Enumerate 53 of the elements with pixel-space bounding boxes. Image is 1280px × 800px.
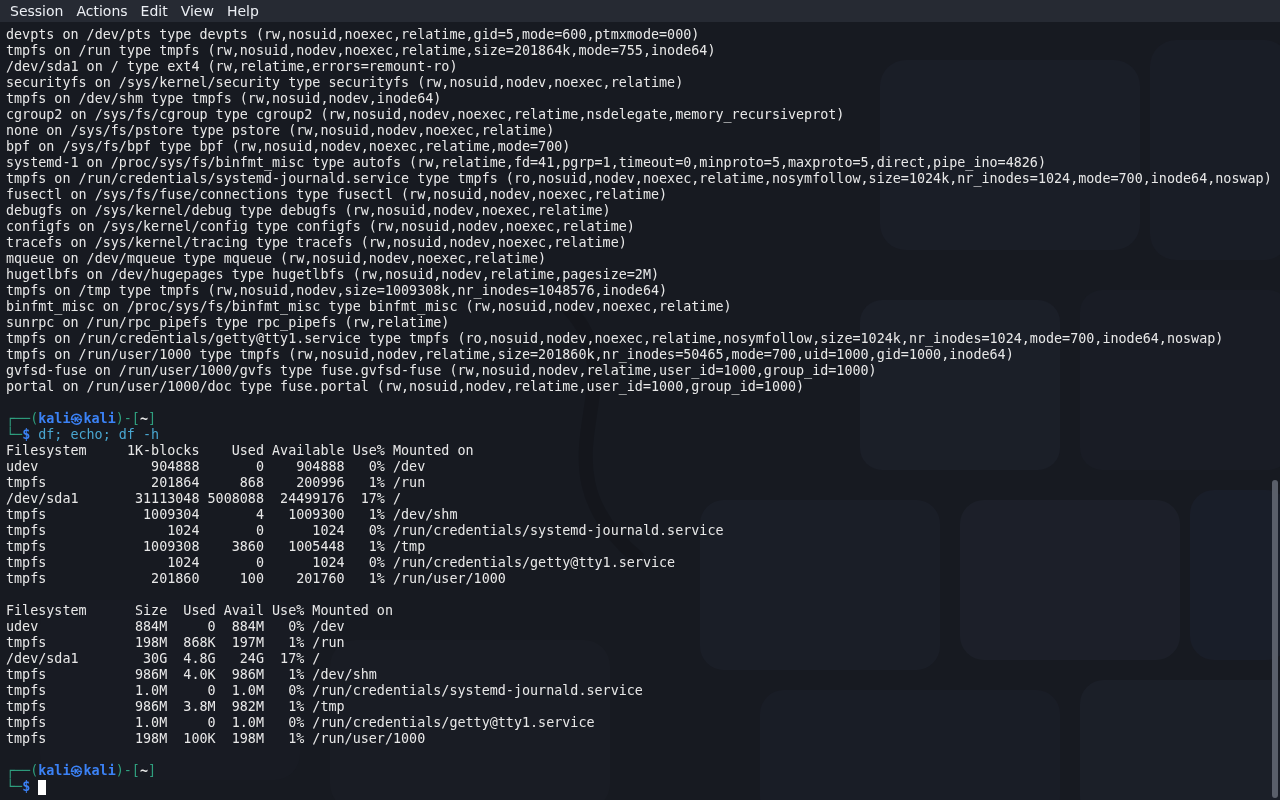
output-line: /dev/sda1 30G 4.8G 24G 17% / [6,651,321,667]
output-line: tmpfs 201864 868 200996 1% /run [6,475,426,491]
output-line: tracefs on /sys/kernel/tracing type tracefs (rw,nosuid,nodev,noexec,relatime) [6,235,627,251]
output-line: bpf on /sys/fs/bpf type bpf (rw,nosuid,nodev,noexec,relatime,mode=700) [6,139,571,155]
output-line: tmpfs on /run/credentials/systemd-journald.service type tmpfs (ro,nosuid,nodev,noexec,relatime,nosymfollow,size=1024k,nr_inodes=1024,mode=700,inode64,noswap) [6,171,1272,187]
output-line: tmpfs 1009304 4 1009300 1% /dev/shm [6,507,458,523]
output-line: gvfsd-fuse on /run/user/1000/gvfs type fuse.gvfsd-fuse (rw,nosuid,nodev,relatime,user_id=1000,group_id=1000) [6,363,877,379]
output-line: securityfs on /sys/kernel/security type securityfs (rw,nosuid,nodev,noexec,relatime) [6,75,684,91]
output-line: devpts on /dev/pts type devpts (rw,nosuid,noexec,relatime,gid=5,mode=600,ptmxmode=000) [6,27,700,43]
output-line: tmpfs 1024 0 1024 0% /run/credentials/systemd-journald.service [6,523,724,539]
output-line: fusectl on /sys/fs/fuse/connections type fusectl (rw,nosuid,nodev,noexec,relatime) [6,187,668,203]
output-line: tmpfs 201860 100 201760 1% /run/user/1000 [6,571,506,587]
output-line: tmpfs 1.0M 0 1.0M 0% /run/credentials/systemd-journald.service [6,683,643,699]
output-line: tmpfs 1024 0 1024 0% /run/credentials/getty@tty1.service [6,555,676,571]
output-line: tmpfs 198M 100K 198M 1% /run/user/1000 [6,731,426,747]
command-text: df; echo; df -h [38,427,160,443]
prompt-line: ┌──(kali㉿kali)-[~] [6,763,157,779]
prompt-symbol: └─$ [6,427,31,443]
text-cursor [38,779,47,795]
output-line: systemd-1 on /proc/sys/fs/binfmt_misc type autofs (rw,relatime,fd=41,pgrp=1,timeout=0,minproto=5,maxproto=5,direct,pipe_ino=4826) [6,155,1046,171]
output-line: tmpfs on /run type tmpfs (rw,nosuid,nodev,noexec,relatime,size=201864k,mode=755,inode64) [6,43,716,59]
output-line: debugfs on /sys/kernel/debug type debugfs (rw,nosuid,nodev,noexec,relatime) [6,203,611,219]
output-line: tmpfs 198M 868K 197M 1% /run [6,635,345,651]
output-line: sunrpc on /run/rpc_pipefs type rpc_pipefs (rw,relatime) [6,315,450,331]
menu-item[interactable]: Help [220,3,266,19]
output-line: tmpfs 1009308 3860 1005448 1% /tmp [6,539,426,555]
output-line: tmpfs on /run/user/1000 type tmpfs (rw,nosuid,nodev,relatime,size=201860k,nr_inodes=50465,mode=700,uid=1000,gid=1000,inode64) [6,347,1014,363]
prompt-symbol: └─$ [6,779,31,795]
output-line: none on /sys/fs/pstore type pstore (rw,nosuid,nodev,noexec,relatime) [6,123,555,139]
menu-item[interactable]: Session [4,3,71,19]
output-line: tmpfs on /tmp type tmpfs (rw,nosuid,nodev,size=1009308k,nr_inodes=1048576,inode64) [6,283,668,299]
output-line: tmpfs on /dev/shm type tmpfs (rw,nosuid,nodev,inode64) [6,91,442,107]
output-line: tmpfs on /run/credentials/getty@tty1.service type tmpfs (ro,nosuid,nodev,noexec,relatime,nosymfollow,size=1024k,nr_inodes=1024,mode=700,inode64,noswap) [6,331,1224,347]
output-line: udev 904888 0 904888 0% /dev [6,459,426,475]
menu-item[interactable]: Edit [134,3,175,19]
scrollbar[interactable] [1272,480,1278,798]
output-line: Filesystem 1K-blocks Used Available Use% Mounted on [6,443,474,459]
output-line: udev 884M 0 884M 0% /dev [6,619,345,635]
output-line: binfmt_misc on /proc/sys/fs/binfmt_misc type binfmt_misc (rw,nosuid,nodev,noexec,relatime) [6,299,732,315]
output-line: /dev/sda1 on / type ext4 (rw,relatime,errors=remount-ro) [6,59,458,75]
output-line: Filesystem Size Used Avail Use% Mounted on [6,603,393,619]
output-line: mqueue on /dev/mqueue type mqueue (rw,nosuid,nodev,noexec,relatime) [6,251,547,267]
output-line: hugetlbfs on /dev/hugepages type hugetlbfs (rw,nosuid,nodev,relatime,pagesize=2M) [6,267,659,283]
output-line: tmpfs 1.0M 0 1.0M 0% /run/credentials/getty@tty1.service [6,715,595,731]
prompt-line: ┌──(kali㉿kali)-[~] [6,411,157,427]
output-line: configfs on /sys/kernel/config type configfs (rw,nosuid,nodev,noexec,relatime) [6,219,635,235]
menu-item[interactable]: Actions [70,3,135,19]
output-line: tmpfs 986M 4.0K 986M 1% /dev/shm [6,667,377,683]
output-line: /dev/sda1 31113048 5008088 24499176 17% / [6,491,402,507]
menu-item[interactable]: View [174,3,221,19]
output-line: portal on /run/user/1000/doc type fuse.portal (rw,nosuid,nodev,relatime,user_id=1000,group_id=1000) [6,379,805,395]
output-line: cgroup2 on /sys/fs/cgroup type cgroup2 (rw,nosuid,nodev,noexec,relatime,nsdelegate,memory_recursiveprot) [6,107,845,123]
output-line: tmpfs 986M 3.8M 982M 1% /tmp [6,699,345,715]
